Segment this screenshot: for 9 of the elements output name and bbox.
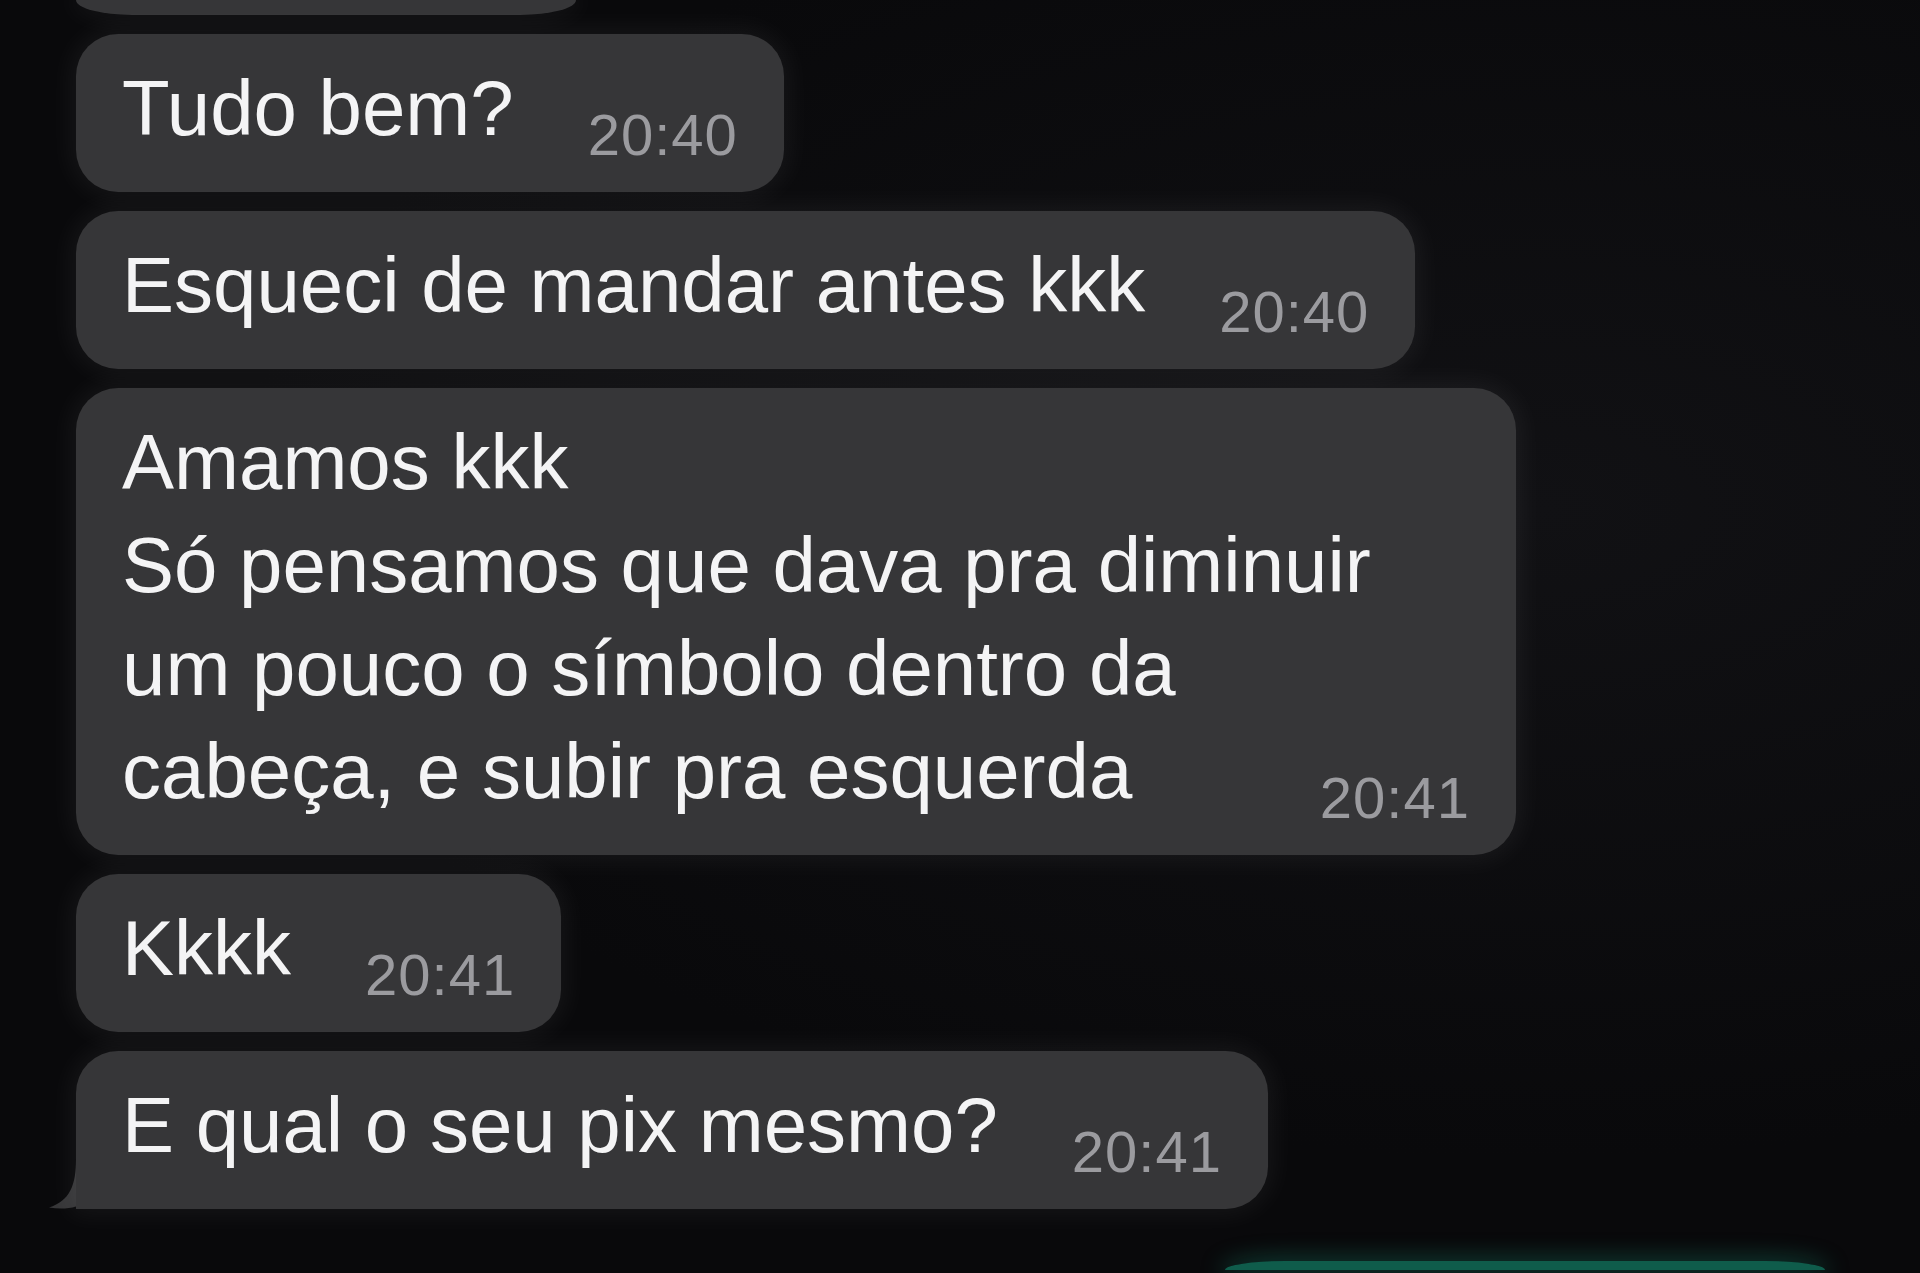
message-time: 20:41 <box>1071 1120 1222 1184</box>
message-time: 20:41 <box>365 943 516 1007</box>
message-time: 20:40 <box>1219 280 1370 344</box>
message-time: 20:41 <box>1319 766 1470 830</box>
message-time: 20:40 <box>587 103 738 167</box>
message-text: E qual o seu pix mesmo? <box>122 1081 998 1169</box>
message-text: Esqueci de mandar antes kkk <box>122 241 1146 329</box>
message-text: Kkkk <box>122 904 292 992</box>
message-text: Tudo bem? <box>122 64 514 152</box>
